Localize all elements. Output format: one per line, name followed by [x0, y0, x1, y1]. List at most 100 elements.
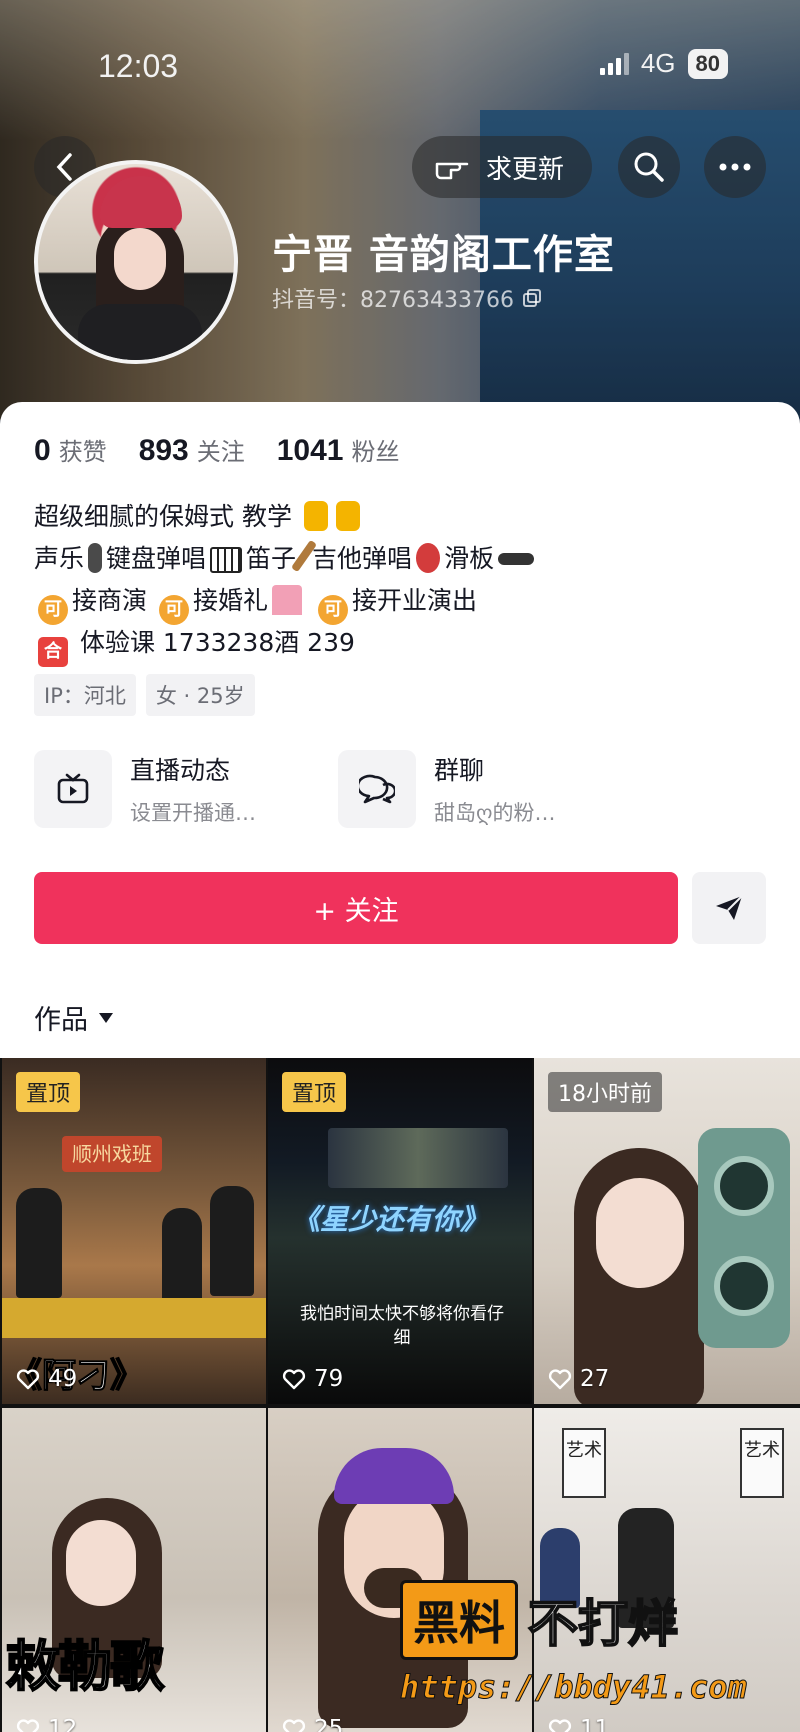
bio-skateboard: 滑板 [444, 544, 495, 573]
status-time: 12:03 [98, 48, 179, 84]
avatar-body [78, 304, 202, 360]
video-overlay-title: 敕勒歌 [5, 1633, 165, 1699]
stats-row: 0 获赞 893 关注 1041 粉丝 [34, 432, 432, 468]
profile-name: 宁晋 音韵阁工作室 [272, 232, 615, 278]
follow-button[interactable]: + 关注 [34, 872, 678, 944]
microphone-emoji-icon [88, 543, 103, 573]
girl-face [596, 1178, 684, 1288]
video-likes-count: 79 [314, 1366, 344, 1392]
purple-cap [334, 1448, 454, 1504]
avatar-hat [100, 176, 182, 228]
phone-prop [698, 1128, 790, 1348]
ke-badge-icon: 可 [317, 595, 348, 625]
stat-following[interactable]: 893 关注 [139, 432, 245, 468]
pinned-badge: 置顶 [282, 1072, 347, 1112]
night-scene [328, 1128, 508, 1188]
group-chat-title: 群聊 [434, 756, 485, 785]
tab-works[interactable]: 作品 [34, 998, 114, 1037]
video-overlay-title: 《星少还有你》 [292, 1203, 489, 1236]
video-likes: 27 [548, 1366, 609, 1392]
group-chat-icon [338, 750, 416, 828]
battery-icon: 80 [687, 48, 728, 79]
he-badge-icon: 合 [38, 637, 68, 667]
video-likes: 12 [16, 1716, 77, 1732]
video-tile-3[interactable]: 18小时前 27 [534, 1058, 800, 1404]
bio-trial-class: 体验课 1733238酒 239 [79, 628, 355, 657]
avatar[interactable] [34, 160, 238, 364]
piano-emoji-icon [210, 547, 243, 573]
more-dots-icon [719, 163, 751, 171]
watermark-box: 黑料 [400, 1580, 518, 1660]
bio-line-4: 合 体验课 1733238酒 239 [34, 622, 754, 667]
bio-guitar: 吉他弹唱 [312, 544, 413, 573]
video-tile-2[interactable]: 置顶 《星少还有你》 我怕时间太快不够将你看仔细 79 [268, 1058, 532, 1404]
bio-line-2: 声乐 键盘弹唱 笛子 吉他弹唱 滑板 [34, 538, 754, 580]
douyin-id[interactable]: 抖音号：82763433766 [272, 282, 542, 314]
video-likes-count: 12 [48, 1716, 78, 1732]
profile-cover: 12:03 4G 80 求更新 宁晋 音韵阁工作室 抖音号：8276343376… [0, 0, 800, 420]
wall-sign: 艺术 [562, 1428, 606, 1498]
girl-face [66, 1520, 136, 1606]
bio: 超级细腻的保姆式 教学 声乐 键盘弹唱 笛子 吉他弹唱 滑板 可接商演 可接婚礼 可接开… [34, 496, 754, 667]
caret-down-icon [99, 1012, 113, 1023]
bio-flute: 笛子 [246, 544, 297, 573]
bio-vocal: 声乐 [34, 544, 85, 573]
stat-likes-label: 获赞 [58, 438, 107, 466]
stat-likes[interactable]: 0 获赞 [34, 432, 107, 468]
tab-works-label: 作品 [34, 1005, 88, 1036]
bio-line-1: 超级细腻的保姆式 教学 [34, 496, 754, 538]
video-tile-4[interactable]: 敕勒歌 12 [2, 1408, 266, 1732]
performer [210, 1186, 254, 1296]
stat-following-value: 893 [138, 434, 189, 467]
pinned-badge: 置顶 [16, 1072, 81, 1112]
bio-line-3: 可接商演 可接婚礼 可接开业演出 [34, 580, 754, 625]
pointing-down-emoji-icon [303, 501, 328, 531]
group-chat-text: 群聊 甜岛ღ的粉… [434, 751, 556, 827]
stat-followers[interactable]: 1041 粉丝 [277, 432, 400, 468]
performer [16, 1188, 62, 1298]
douyin-id-text: 抖音号：82763433766 [272, 288, 514, 313]
guitar-emoji-icon [416, 543, 441, 573]
live-feed-title: 直播动态 [130, 756, 231, 785]
watermark-text: 不打烊 [527, 1594, 679, 1654]
stat-following-label: 关注 [196, 438, 245, 466]
more-button[interactable] [704, 136, 766, 198]
search-button[interactable] [618, 136, 680, 198]
avatar-face [114, 228, 166, 290]
request-update-button[interactable]: 求更新 [412, 136, 592, 198]
heart-icon [548, 1719, 572, 1732]
live-feed-entry[interactable]: 直播动态 设置开播通… [34, 750, 256, 828]
stat-followers-value: 1041 [276, 434, 344, 467]
bio-opening: 接开业演出 [351, 586, 477, 615]
video-likes: 79 [282, 1366, 343, 1392]
profile-tags: IP：河北 女 · 25岁 [34, 674, 255, 716]
bio-keyboard: 键盘弹唱 [106, 544, 207, 573]
ip-tag: IP：河北 [34, 674, 136, 716]
ke-badge-icon: 可 [38, 595, 68, 625]
stage-sign: 顺州戏班 [62, 1136, 162, 1172]
group-chat-entry[interactable]: 群聊 甜岛ღ的粉… [338, 750, 556, 828]
stage-floor [2, 1298, 266, 1338]
ke-badge-icon: 可 [158, 595, 189, 625]
video-likes-count: 25 [314, 1716, 344, 1732]
gender-age-tag: 女 · 25岁 [145, 674, 255, 716]
video-likes-count: 27 [580, 1366, 610, 1392]
share-button[interactable] [692, 872, 766, 944]
bio-wedding: 接婚礼 [192, 586, 268, 615]
video-caption: 我怕时间太快不够将你看仔细 [300, 1304, 504, 1348]
request-update-label: 求更新 [486, 154, 565, 185]
search-icon [634, 152, 664, 182]
skateboard-emoji-icon [498, 553, 535, 565]
network-type: 4G [640, 48, 676, 78]
watermark-url: https://bbdy41.com [400, 1668, 748, 1707]
chevron-left-icon [56, 153, 72, 181]
profile-card: 0 获赞 893 关注 1041 粉丝 超级细腻的保姆式 教学 声乐 键盘弹唱 笛子 吉他弹… [0, 402, 800, 1058]
wall-sign: 艺术 [740, 1428, 784, 1498]
video-likes-count: 11 [580, 1716, 610, 1732]
tv-icon [34, 750, 112, 828]
video-likes: 11 [548, 1716, 609, 1732]
group-chat-subtitle: 甜岛ღ的粉… [434, 801, 556, 825]
live-feed-text: 直播动态 设置开播通… [130, 751, 256, 827]
wedding-chapel-emoji-icon [271, 585, 302, 615]
video-tile-1[interactable]: 顺州戏班 置顶 《阿刁》 49 [2, 1058, 266, 1404]
